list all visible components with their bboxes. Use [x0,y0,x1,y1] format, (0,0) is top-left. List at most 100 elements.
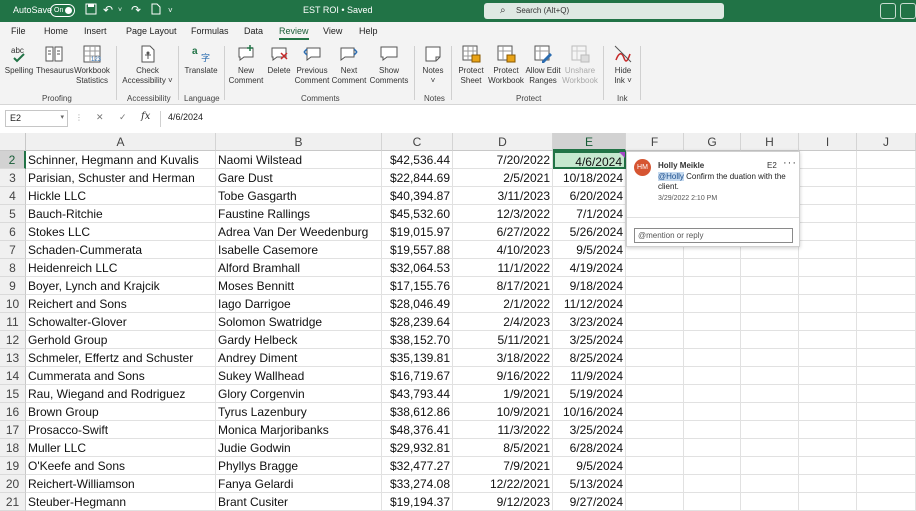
new-file-icon[interactable] [151,3,161,19]
table-cell[interactable]: 4/19/2024 [553,259,626,277]
table-cell[interactable] [857,205,916,223]
notes-button[interactable]: Notes ˅ [418,44,448,86]
table-cell[interactable] [684,475,741,493]
table-cell[interactable]: Isabelle Casemore [216,241,382,259]
table-cell[interactable] [626,313,684,331]
table-cell[interactable] [799,241,857,259]
table-cell[interactable]: $28,046.49 [382,295,453,313]
table-cell[interactable]: Steuber-Hegmann [26,493,216,511]
row-header[interactable]: 20 [0,475,26,493]
table-cell[interactable] [684,403,741,421]
table-cell[interactable] [741,295,799,313]
table-cell[interactable]: 10/16/2024 [553,403,626,421]
thesaurus-button[interactable]: Thesaurus [36,44,74,76]
table-cell[interactable]: $33,274.08 [382,475,453,493]
table-cell[interactable] [684,349,741,367]
table-cell[interactable]: Phyllys Bragge [216,457,382,475]
table-cell[interactable]: $17,155.76 [382,277,453,295]
translate-button[interactable]: a字 Translate [182,44,220,76]
unshare-workbook-button[interactable]: Unshare Workbook [561,44,599,86]
table-cell[interactable]: 9/18/2024 [553,277,626,295]
table-cell[interactable] [741,385,799,403]
table-cell[interactable]: Schmeler, Effertz and Schuster [26,349,216,367]
table-cell[interactable] [684,259,741,277]
comment-indicator-icon[interactable] [619,152,625,158]
row-header[interactable]: 17 [0,421,26,439]
previous-comment-button[interactable]: Previous Comment [293,44,331,86]
table-cell[interactable]: Stokes LLC [26,223,216,241]
table-cell[interactable]: 7/9/2021 [453,457,553,475]
table-cell[interactable] [626,475,684,493]
table-cell[interactable]: Gardy Helbeck [216,331,382,349]
row-header[interactable]: 5 [0,205,26,223]
table-cell[interactable]: $29,932.81 [382,439,453,457]
redo-icon[interactable]: ↷ [131,3,141,18]
table-cell[interactable] [626,295,684,313]
table-cell[interactable]: 7/20/2022 [453,151,553,169]
table-cell[interactable] [799,385,857,403]
table-cell[interactable]: 1/9/2021 [453,385,553,403]
table-cell[interactable]: 9/16/2022 [453,367,553,385]
table-cell[interactable] [741,403,799,421]
row-header[interactable]: 16 [0,403,26,421]
formula-input[interactable]: 4/6/2024 [168,112,203,122]
autosave-toggle[interactable]: On [50,4,75,17]
column-header-e[interactable]: E [553,133,626,151]
table-cell[interactable]: 12/3/2022 [453,205,553,223]
table-cell[interactable]: Fanya Gelardi [216,475,382,493]
row-header[interactable]: 3 [0,169,26,187]
table-cell[interactable] [857,259,916,277]
table-cell[interactable]: Glory Corgenvin [216,385,382,403]
table-cell[interactable]: Brant Cusiter [216,493,382,511]
table-cell[interactable]: 3/11/2023 [453,187,553,205]
table-cell[interactable]: Andrey Diment [216,349,382,367]
row-header[interactable]: 12 [0,331,26,349]
table-cell[interactable]: $16,719.67 [382,367,453,385]
column-header-f[interactable]: F [626,133,684,151]
table-cell[interactable]: 5/11/2021 [453,331,553,349]
table-cell[interactable] [684,457,741,475]
table-cell[interactable]: 9/27/2024 [553,493,626,511]
row-header[interactable]: 8 [0,259,26,277]
table-cell[interactable] [799,169,857,187]
active-cell[interactable]: 4/6/2024 [553,151,626,169]
workbook-statistics-button[interactable]: 123 Workbook Statistics [73,44,111,86]
table-cell[interactable]: Boyer, Lynch and Krajcik [26,277,216,295]
table-cell[interactable]: $38,152.70 [382,331,453,349]
table-cell[interactable] [684,421,741,439]
column-header-b[interactable]: B [216,133,382,151]
table-cell[interactable] [741,475,799,493]
column-header-d[interactable]: D [453,133,553,151]
table-cell[interactable]: 8/25/2024 [553,349,626,367]
table-cell[interactable]: 8/17/2021 [453,277,553,295]
search-box[interactable]: ⌕ Search (Alt+Q) [484,3,724,19]
table-cell[interactable]: $32,477.27 [382,457,453,475]
table-cell[interactable]: 2/4/2023 [453,313,553,331]
table-cell[interactable]: 2/1/2022 [453,295,553,313]
table-cell[interactable]: Solomon Swatridge [216,313,382,331]
table-cell[interactable]: Parisian, Schuster and Herman [26,169,216,187]
row-header[interactable]: 15 [0,385,26,403]
table-cell[interactable]: 9/5/2024 [553,241,626,259]
table-cell[interactable]: Bauch-Ritchie [26,205,216,223]
more-options-icon[interactable]: ··· [783,157,797,169]
table-cell[interactable]: 8/5/2021 [453,439,553,457]
table-cell[interactable]: 5/26/2024 [553,223,626,241]
table-cell[interactable] [741,457,799,475]
formula-bar-grip-icon[interactable]: ⋮ [75,113,83,122]
table-cell[interactable]: Tyrus Lazenbury [216,403,382,421]
table-cell[interactable]: Schaden-Cummerata [26,241,216,259]
cancel-entry-icon[interactable]: ✕ [96,112,104,123]
table-cell[interactable]: $32,064.53 [382,259,453,277]
table-cell[interactable] [799,403,857,421]
table-cell[interactable]: Adrea Van Der Weedenburg [216,223,382,241]
tab-help[interactable]: Help [359,26,378,36]
table-cell[interactable] [857,493,916,511]
table-cell[interactable]: 11/12/2024 [553,295,626,313]
spelling-button[interactable]: abc Spelling [4,44,34,76]
table-cell[interactable] [741,349,799,367]
tab-review[interactable]: Review [279,26,309,40]
undo-dropdown-icon[interactable]: ˅ [118,3,122,18]
insert-function-button[interactable]: fx [141,111,150,122]
table-cell[interactable]: $42,536.44 [382,151,453,169]
